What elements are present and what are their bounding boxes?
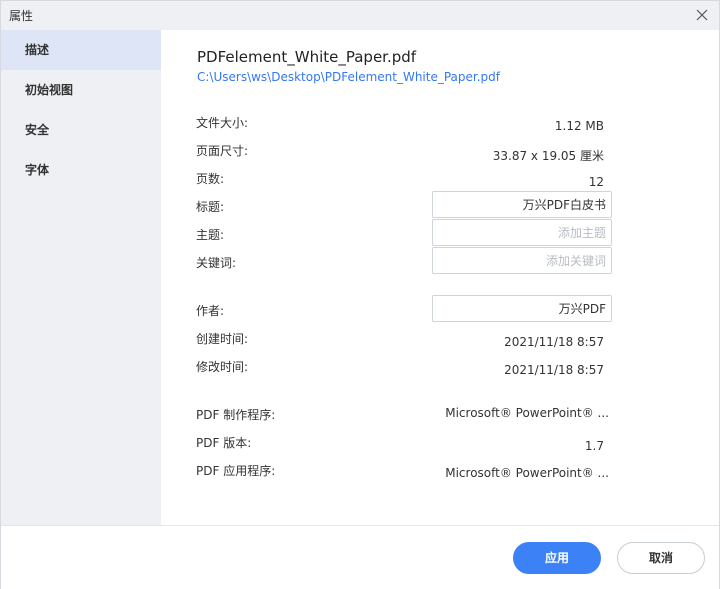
modified-label: 修改时间: bbox=[196, 360, 249, 374]
sidebar-item-security[interactable]: 安全 bbox=[1, 110, 161, 150]
title-field[interactable] bbox=[432, 191, 612, 218]
modified-value: 2021/11/18 8:57 bbox=[504, 363, 604, 377]
file-path-link[interactable]: C:\Users\ws\Desktop\PDFelement_White_Pap… bbox=[197, 70, 500, 84]
creator-label: PDF 制作程序: bbox=[196, 408, 276, 422]
page-size-label: 页面尺寸: bbox=[196, 144, 249, 158]
file-name: PDFelement_White_Paper.pdf bbox=[197, 48, 417, 66]
cancel-button[interactable]: 取消 bbox=[617, 542, 705, 574]
keywords-label: 关键词: bbox=[196, 256, 237, 270]
close-icon[interactable] bbox=[693, 6, 711, 24]
page-count-value: 12 bbox=[588, 175, 604, 189]
sidebar: 描述 初始视图 安全 字体 bbox=[1, 30, 161, 525]
subject-field[interactable] bbox=[432, 219, 612, 246]
sidebar-item-description[interactable]: 描述 bbox=[1, 30, 161, 70]
pdf-version-value: 1.7 bbox=[584, 439, 604, 453]
keywords-field[interactable] bbox=[432, 247, 612, 274]
title-label: 标题: bbox=[196, 200, 225, 214]
file-size-label: 文件大小: bbox=[196, 116, 249, 130]
dialog-footer: 应用 取消 bbox=[1, 525, 719, 589]
dialog-title: 属性 bbox=[9, 9, 34, 23]
apply-button[interactable]: 应用 bbox=[513, 542, 601, 574]
properties-dialog: 属性 描述 初始视图 安全 字体 PDFelement_White_Paper.… bbox=[0, 0, 720, 589]
created-value: 2021/11/18 8:57 bbox=[504, 335, 604, 349]
author-label: 作者: bbox=[196, 304, 225, 318]
description-panel: PDFelement_White_Paper.pdf C:\Users\ws\D… bbox=[161, 30, 719, 525]
producer-label: PDF 应用程序: bbox=[196, 464, 276, 478]
created-label: 创建时间: bbox=[196, 332, 249, 346]
sidebar-item-initial-view[interactable]: 初始视图 bbox=[1, 70, 161, 110]
sidebar-item-label: 描述 bbox=[25, 43, 50, 57]
sidebar-item-fonts[interactable]: 字体 bbox=[1, 150, 161, 190]
sidebar-item-label: 字体 bbox=[25, 163, 50, 177]
file-size-value: 1.12 MB bbox=[554, 119, 604, 133]
page-count-label: 页数: bbox=[196, 172, 225, 186]
sidebar-item-label: 初始视图 bbox=[25, 83, 74, 97]
title-bar: 属性 bbox=[1, 1, 719, 30]
creator-value: Microsoft® PowerPoint® ... bbox=[445, 406, 609, 420]
author-field[interactable] bbox=[432, 295, 612, 322]
sidebar-item-label: 安全 bbox=[25, 123, 50, 137]
page-size-value: 33.87 x 19.05 厘米 bbox=[492, 149, 604, 163]
pdf-version-label: PDF 版本: bbox=[196, 436, 252, 450]
subject-label: 主题: bbox=[196, 228, 225, 242]
producer-value: Microsoft® PowerPoint® ... bbox=[445, 466, 609, 480]
